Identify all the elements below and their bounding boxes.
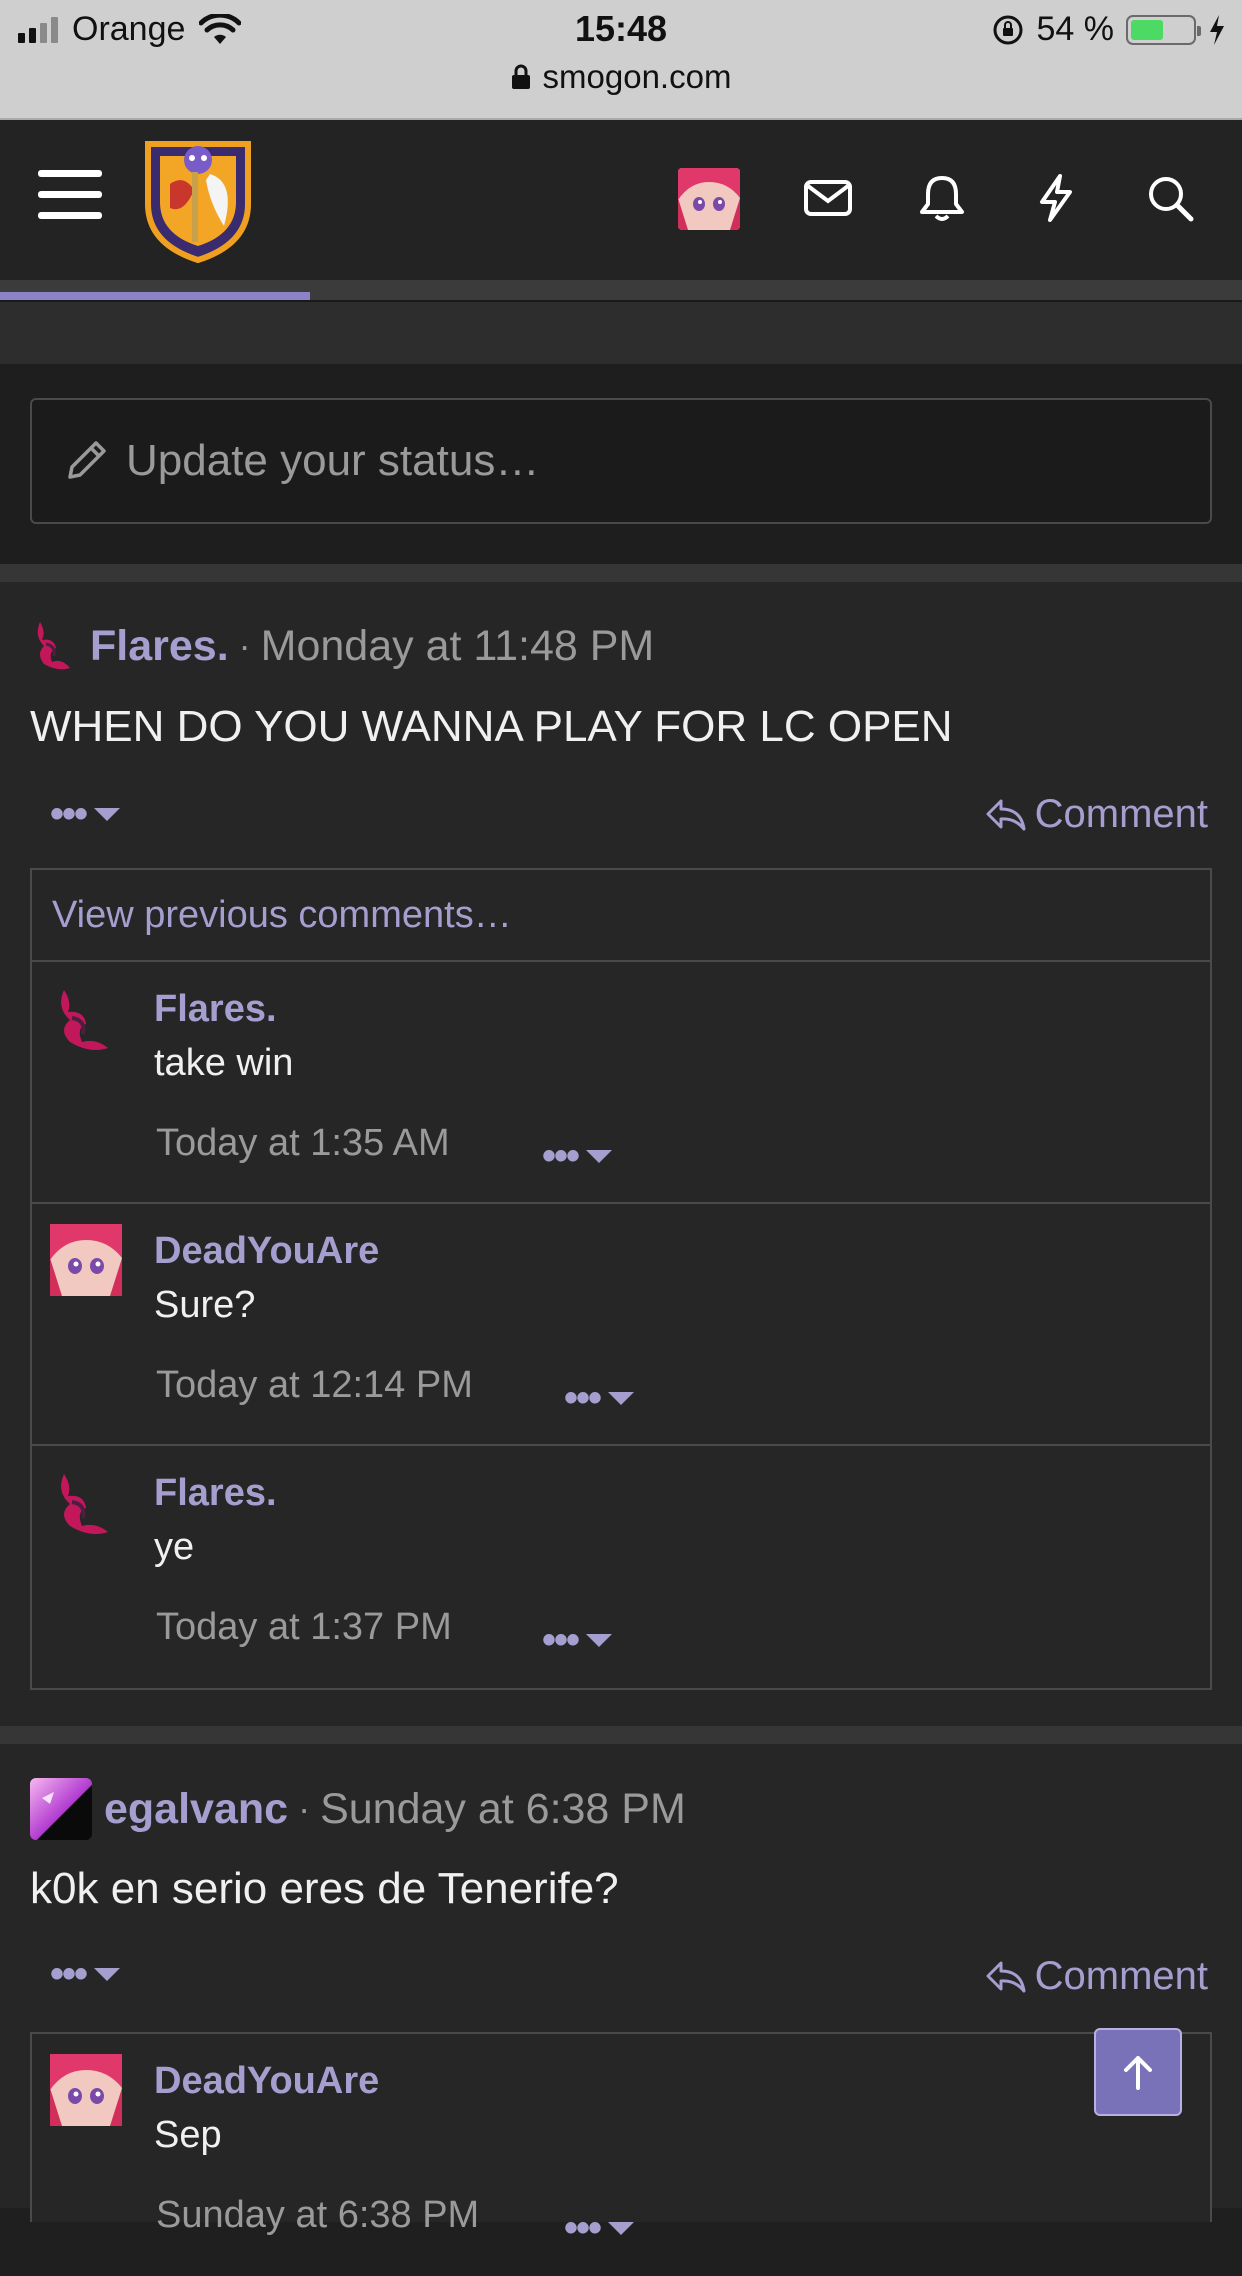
status-placeholder: Update your status… xyxy=(126,436,540,485)
smogon-logo[interactable] xyxy=(140,134,256,264)
comment-time[interactable]: Today at 1:35 AM xyxy=(156,1122,450,1165)
battery-icon xyxy=(1126,14,1201,45)
post-menu-button[interactable]: ••• xyxy=(50,794,121,834)
post-menu-button[interactable]: ••• xyxy=(50,1954,121,1994)
post-header: Flares. · Monday at 11:48 PM xyxy=(30,618,654,674)
url-text: smogon.com xyxy=(542,58,732,95)
comment-list: DeadYouAre Sep Sunday at 6:38 PM ••• xyxy=(30,2032,1212,2248)
battery-group: 54 % xyxy=(991,10,1227,49)
comment-button[interactable]: Comment xyxy=(985,792,1208,837)
separator: · xyxy=(238,625,251,666)
comment-time[interactable]: Today at 1:37 PM xyxy=(156,1606,452,1649)
page-load-progress xyxy=(0,280,1242,300)
commenter-avatar[interactable] xyxy=(50,1466,122,1538)
view-previous-comments-link[interactable]: View previous comments… xyxy=(32,870,1210,962)
chevron-down-icon xyxy=(608,2221,635,2235)
separator: · xyxy=(298,1788,311,1829)
comment-menu-button[interactable]: ••• xyxy=(564,1378,635,1418)
bell-icon[interactable] xyxy=(916,172,968,224)
author-avatar-flares[interactable] xyxy=(30,618,78,674)
pencil-icon xyxy=(68,441,106,479)
mail-icon[interactable] xyxy=(802,172,854,224)
commenter-avatar[interactable] xyxy=(50,2054,122,2126)
rotation-lock-icon xyxy=(993,15,1022,44)
scroll-to-top-button[interactable] xyxy=(1094,2028,1182,2116)
reply-icon xyxy=(986,799,1026,830)
commenter-avatar[interactable] xyxy=(50,982,122,1054)
comment-item: Flares. take win Today at 1:35 AM ••• xyxy=(32,962,1210,1204)
profile-post: Flares. · Monday at 11:48 PM WHEN DO YOU… xyxy=(0,582,1242,1726)
comment-time[interactable]: Sunday at 6:38 PM xyxy=(156,2194,479,2237)
commenter-avatar[interactable] xyxy=(50,1224,122,1296)
lightning-icon[interactable] xyxy=(1030,172,1082,224)
arrow-up-icon xyxy=(1124,2056,1152,2090)
comment-list: View previous comments… Flares. take win… xyxy=(30,868,1212,1690)
chevron-down-icon xyxy=(586,1149,613,1163)
comment-item: DeadYouAre Sep Sunday at 6:38 PM ••• xyxy=(32,2034,1210,2276)
post-text: k0k en serio eres de Tenerife? xyxy=(30,1864,619,1913)
sub-navigation-bar xyxy=(0,300,1242,366)
post-author[interactable]: egalvanc xyxy=(104,1785,288,1834)
status-update-section: Update your status… xyxy=(0,364,1242,564)
comment-author[interactable]: DeadYouAre xyxy=(154,2060,379,2103)
comment-author[interactable]: Flares. xyxy=(154,988,277,1031)
ios-status-bar: Orange 15:48 54 % smogon.com xyxy=(0,0,1242,120)
comment-text: take win xyxy=(154,1042,294,1084)
comment-menu-button[interactable]: ••• xyxy=(542,1136,613,1176)
divider xyxy=(0,564,1242,582)
site-header xyxy=(0,120,1242,280)
menu-icon[interactable] xyxy=(38,170,102,228)
post-author[interactable]: Flares. xyxy=(90,622,229,671)
author-avatar-egalvanc[interactable] xyxy=(30,1778,92,1840)
chevron-down-icon xyxy=(94,1967,121,1981)
status-input[interactable]: Update your status… xyxy=(30,398,1212,524)
comment-item: Flares. ye Today at 1:37 PM ••• xyxy=(32,1446,1210,1688)
battery-percent: 54 % xyxy=(1036,10,1115,48)
chevron-down-icon xyxy=(94,807,121,821)
chevron-down-icon xyxy=(586,1633,613,1647)
post-time[interactable]: Monday at 11:48 PM xyxy=(261,622,655,671)
comment-button[interactable]: Comment xyxy=(985,1954,1208,1999)
post-header: egalvanc · Sunday at 6:38 PM xyxy=(30,1778,686,1840)
lock-icon xyxy=(511,64,530,89)
divider xyxy=(0,1726,1242,1744)
address-bar[interactable]: smogon.com xyxy=(0,58,1242,96)
charging-bolt-icon xyxy=(1210,14,1224,45)
user-avatar[interactable] xyxy=(678,168,740,230)
post-text: WHEN DO YOU WANNA PLAY FOR LC OPEN xyxy=(30,702,953,751)
comment-text: Sure? xyxy=(154,1284,256,1326)
comment-text: Sep xyxy=(154,2114,222,2156)
chevron-down-icon xyxy=(608,1391,635,1405)
comment-author[interactable]: Flares. xyxy=(154,1472,277,1515)
comment-item: DeadYouAre Sure? Today at 12:14 PM ••• xyxy=(32,1204,1210,1446)
post-time[interactable]: Sunday at 6:38 PM xyxy=(320,1785,686,1834)
comment-menu-button[interactable]: ••• xyxy=(564,2208,635,2248)
comment-menu-button[interactable]: ••• xyxy=(542,1620,613,1660)
comment-text: ye xyxy=(154,1526,195,1568)
reply-icon xyxy=(986,1961,1026,1992)
comment-time[interactable]: Today at 12:14 PM xyxy=(156,1364,473,1407)
comment-author[interactable]: DeadYouAre xyxy=(154,1230,379,1273)
search-icon[interactable] xyxy=(1144,172,1196,224)
profile-post: egalvanc · Sunday at 6:38 PM k0k en seri… xyxy=(0,1744,1242,2248)
